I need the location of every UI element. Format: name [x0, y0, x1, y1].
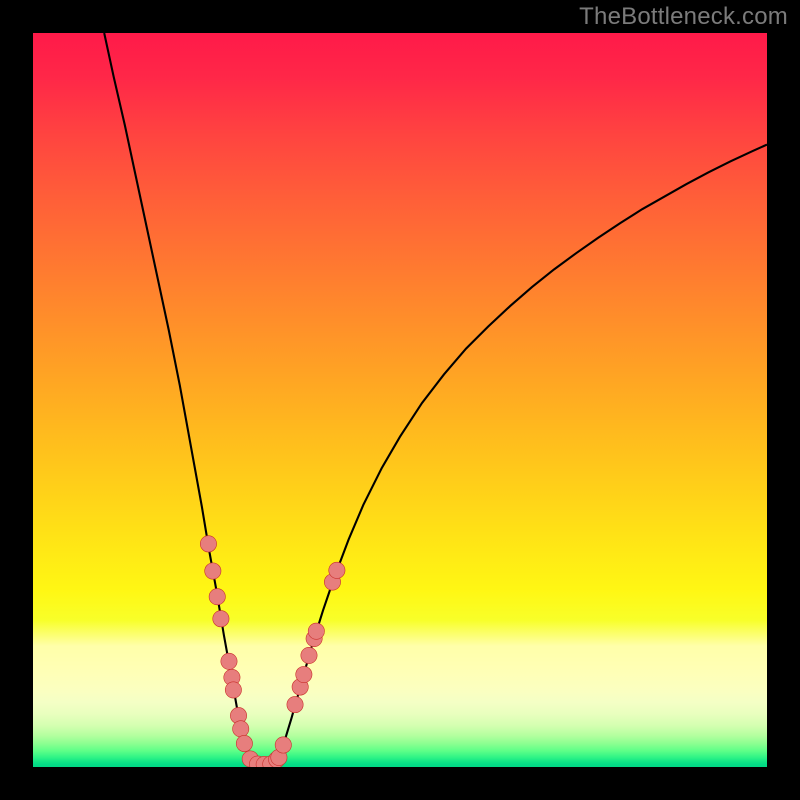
data-points-group [200, 536, 345, 767]
data-point [287, 696, 303, 712]
bottleneck-curve [104, 33, 767, 765]
data-point [221, 653, 237, 669]
data-point [205, 563, 221, 579]
data-point [236, 735, 252, 751]
chart-frame: TheBottleneck.com [0, 0, 800, 800]
data-point [301, 647, 317, 663]
data-point [329, 562, 345, 578]
data-point [225, 682, 241, 698]
data-point [233, 721, 249, 737]
data-point [308, 623, 324, 639]
data-point [275, 737, 291, 753]
data-point [200, 536, 216, 552]
watermark-text: TheBottleneck.com [579, 3, 788, 31]
data-point [209, 589, 225, 605]
chart-overlay [33, 33, 767, 767]
chart-plot-area [33, 33, 767, 767]
data-point [213, 611, 229, 627]
data-point [296, 666, 312, 682]
